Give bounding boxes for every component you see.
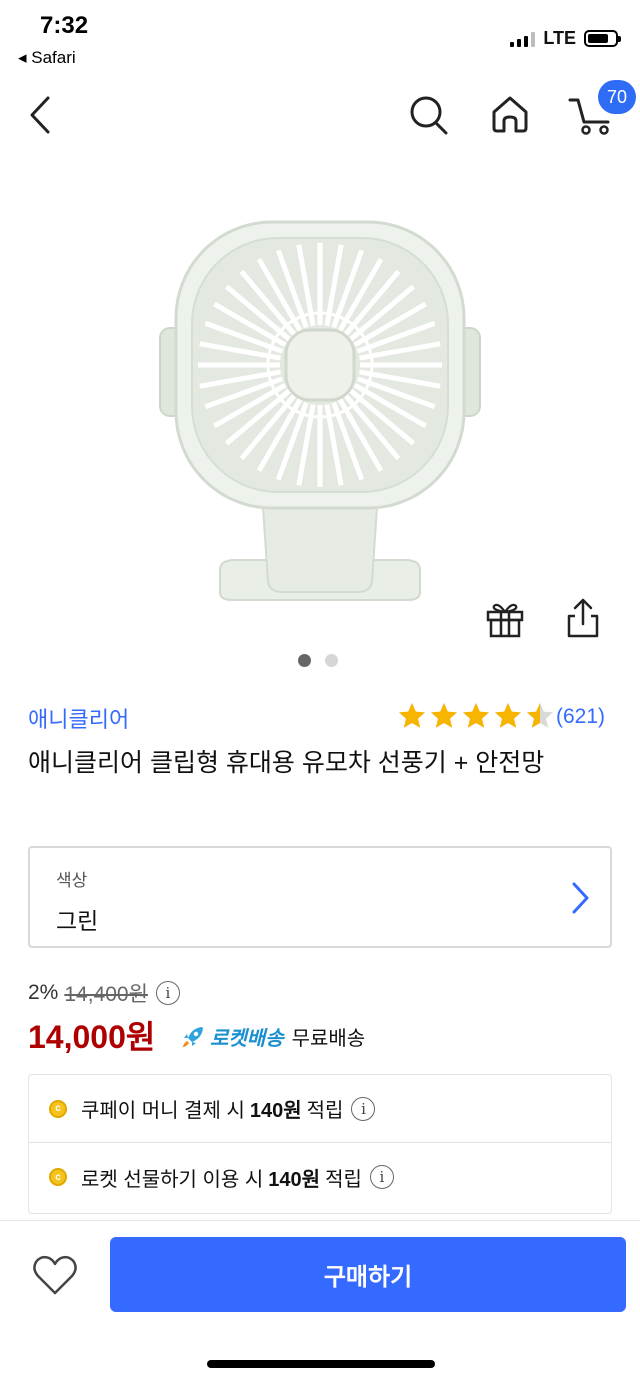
- share-icon[interactable]: [562, 596, 604, 640]
- rating-count[interactable]: (621): [556, 705, 605, 729]
- star-icon: [399, 703, 425, 728]
- network-label: LTE: [543, 28, 576, 48]
- star-icon: [495, 703, 521, 728]
- rocket-delivery-label: 로켓배송: [210, 1028, 284, 1050]
- coin-icon: c: [49, 1099, 67, 1118]
- free-shipping-label: 무료배송: [291, 1028, 366, 1050]
- delivery-row: 로켓배송 무료배송: [180, 1022, 365, 1051]
- benefit-row: c 쿠페이 머니 결제 시 140원 적립 i: [29, 1075, 611, 1143]
- rating-stars[interactable]: [396, 700, 556, 732]
- back-to-safari[interactable]: ◂ Safari: [18, 48, 76, 68]
- signal-icon: [510, 31, 536, 47]
- battery-icon: [584, 30, 621, 47]
- discount-row: 2% 14,400원 i: [28, 978, 180, 1008]
- benefit-row: c 로켓 선물하기 이용 시 140원 적립 i: [29, 1143, 611, 1211]
- coin-icon: c: [49, 1168, 67, 1186]
- info-icon[interactable]: i: [155, 981, 180, 1005]
- rocket-icon: [183, 1026, 203, 1047]
- buy-button[interactable]: 구매하기: [110, 1237, 626, 1312]
- search-icon[interactable]: [404, 92, 452, 138]
- info-icon[interactable]: i: [351, 1096, 376, 1121]
- star-icon: [431, 703, 457, 728]
- chevron-left-icon[interactable]: [24, 92, 60, 138]
- chevron-right-icon: [572, 882, 589, 914]
- benefit-suffix: 적립: [306, 1100, 344, 1122]
- benefits-box: c 쿠페이 머니 결제 시 140원 적립 i c 로켓 선물하기 이용 시 1…: [28, 1074, 612, 1214]
- benefit-amount: 140원: [249, 1100, 302, 1122]
- option-value: 그린: [56, 908, 99, 934]
- benefit-amount: 140원: [268, 1168, 321, 1191]
- heart-icon[interactable]: [30, 1252, 80, 1298]
- original-price: 14,400원: [64, 983, 148, 1006]
- info-icon[interactable]: i: [369, 1165, 394, 1189]
- sale-price: 14,000원: [28, 1019, 156, 1055]
- pager-dot-2[interactable]: [325, 654, 338, 667]
- image-pager[interactable]: [298, 654, 338, 667]
- cart-count-badge: 70: [598, 80, 636, 114]
- home-indicator: [207, 1360, 435, 1368]
- pager-dot-1[interactable]: [298, 654, 311, 667]
- status-indicators: LTE: [510, 28, 621, 49]
- option-label: 색상: [56, 871, 88, 890]
- home-icon[interactable]: [486, 90, 534, 138]
- benefit-suffix: 적립: [325, 1168, 362, 1191]
- benefit-text: 쿠페이 머니 결제 시: [81, 1100, 245, 1122]
- bottom-bar-divider: [0, 1220, 640, 1221]
- star-icon: [527, 703, 553, 728]
- discount-rate: 2%: [28, 981, 59, 1004]
- clip-fan-image[interactable]: [150, 210, 490, 610]
- star-icon: [463, 703, 489, 728]
- brand-link[interactable]: 애니클리어: [28, 702, 129, 734]
- gift-icon[interactable]: [484, 598, 526, 640]
- benefit-text: 로켓 선물하기 이용 시: [81, 1168, 264, 1191]
- status-time: 7:32: [40, 12, 89, 39]
- color-option-selector[interactable]: 색상 그린: [28, 846, 612, 948]
- product-title: 애니클리어 클립형 휴대용 유모차 선풍기 + 안전망: [28, 749, 545, 777]
- back-app-label: Safari: [31, 48, 76, 67]
